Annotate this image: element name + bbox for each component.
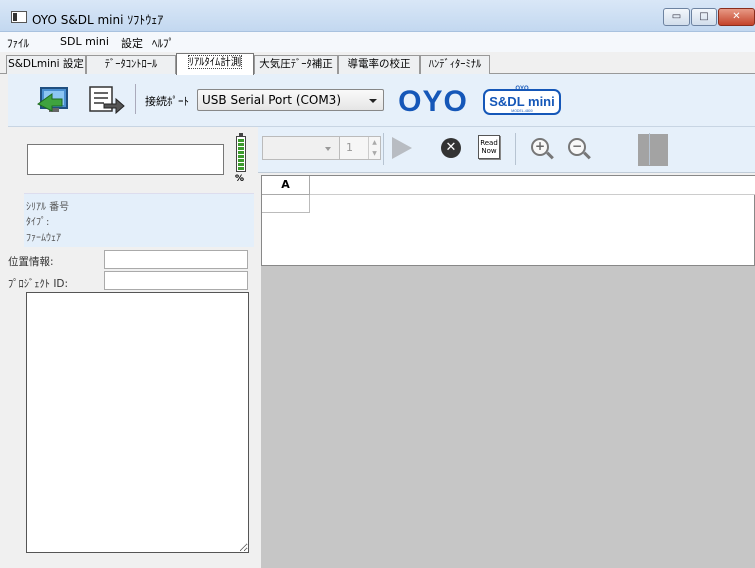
maximize-button[interactable]: □ [691,8,717,26]
sdl-logo-text: S&DL mini [489,94,555,109]
battery-icon [236,133,246,172]
stop-icon[interactable]: ✕ [441,138,461,158]
channel-select[interactable] [262,136,341,160]
tab-realtime-measurement[interactable]: ﾘｱﾙﾀｲﾑ計測 [176,53,254,75]
graph-area [261,266,755,568]
minimize-button[interactable]: ▭ [663,8,690,26]
chevron-down-icon [325,147,331,151]
project-id-label: ﾌﾟﾛｼﾞｪｸﾄ ID: [8,278,69,290]
tab-label: ﾃﾞｰﾀｺﾝﾄﾛｰﾙ [104,58,158,70]
status-display [27,144,224,175]
header-row [310,176,755,195]
play-icon[interactable] [392,137,412,159]
read-now-button[interactable]: Read Now [478,135,500,159]
battery-cell [238,147,244,150]
tab-data-control[interactable]: ﾃﾞｰﾀｺﾝﾄﾛｰﾙ [86,55,176,74]
tab-label: 大気圧ﾃﾞｰﾀ補正 [259,58,333,70]
app-icon [11,11,27,23]
toolbar-separator [649,133,650,165]
tab-label: 導電率の校正 [347,58,411,70]
close-button[interactable]: ✕ [718,8,755,26]
sdl-logo-oyo-text: OYO [515,86,529,92]
location-input[interactable] [104,250,248,269]
battery-cell [238,167,244,170]
export-document-icon[interactable] [86,84,126,114]
oyo-logo: OYO [398,87,468,115]
battery-cell [238,143,244,146]
tab-conductivity-calibration[interactable]: 導電率の校正 [338,55,420,74]
battery-cell [238,159,244,162]
column-header-a[interactable]: A [262,176,310,195]
toolbar-separator [515,133,516,165]
tab-handy-terminal[interactable]: ﾊﾝﾃﾞｨﾀｰﾐﾅﾙ [420,55,490,74]
oyo-logo-text: OYO [398,87,468,115]
battery-percent-label: % [235,174,245,184]
menu-settings[interactable]: 設定 [121,35,143,51]
tab-label: ﾘｱﾙﾀｲﾑ計測 [187,55,243,69]
tab-label: S&DLmini 設定 [8,58,84,70]
battery-cell [238,155,244,158]
color-swatch[interactable] [638,134,668,166]
toolbar-separator [383,133,384,165]
menu-bar: ﾌｧｲﾙ SDL mini 設定 ﾍﾙﾌﾟ [0,32,755,52]
tab-pressure-correction[interactable]: 大気圧ﾃﾞｰﾀ補正 [254,55,338,74]
sdl-mini-logo: OYO S&DL mini MODEL-4800 [483,86,561,115]
type-label: ﾀｲﾌﾟ: [26,217,50,228]
data-grid[interactable]: A [261,175,755,266]
tab-sdlmini-settings[interactable]: S&DLmini 設定 [6,55,86,74]
firmware-label: ﾌｧｰﾑｳｪｱ [26,233,61,244]
port-value: USB Serial Port (COM3) [202,93,341,107]
interval-stepper[interactable]: 1 ▲ ▼ [339,136,381,160]
device-info: ｼﾘｱﾙ 番号 ﾀｲﾌﾟ: ﾌｧｰﾑｳｪｱ [24,193,254,247]
stepper-down-icon[interactable]: ▼ [368,148,380,159]
battery-cell [238,163,244,166]
menu-file[interactable]: ﾌｧｲﾙ [7,35,29,51]
location-label: 位置情報: [8,256,54,268]
monitor-download-icon[interactable] [36,86,72,114]
toolbar-separator [135,84,136,114]
interval-value: 1 [346,141,353,154]
battery-cell [238,139,244,142]
grid-cell[interactable] [262,195,310,213]
device-panel: % ｼﾘｱﾙ 番号 ﾀｲﾌﾟ: ﾌｧｰﾑｳｪｱ 位置情報: ﾌﾟﾛｼﾞｪｸﾄ I… [8,127,258,568]
stepper-up-icon[interactable]: ▲ [368,137,380,148]
menu-help[interactable]: ﾍﾙﾌﾟ [152,35,174,51]
read-now-label: Read [480,139,498,147]
menu-sdl-mini[interactable]: SDL mini [60,35,109,48]
memo-textarea[interactable] [26,292,249,553]
sdl-logo-model: MODEL-4800 [511,109,532,113]
zoom-out-icon[interactable]: − [568,138,586,156]
title-bar: OYO S&DL mini ｿﾌﾄｳｪｱ ▭ □ ✕ [0,0,755,32]
tab-strip: S&DLmini 設定 ﾃﾞｰﾀｺﾝﾄﾛｰﾙ ﾘｱﾙﾀｲﾑ計測 大気圧ﾃﾞｰﾀ補… [0,52,755,75]
read-now-label: Now [481,147,497,155]
tab-label: ﾊﾝﾃﾞｨﾀｰﾐﾅﾙ [428,58,482,70]
zoom-in-icon[interactable]: + [531,138,549,156]
project-id-input[interactable] [104,271,248,290]
serial-number-label: ｼﾘｱﾙ 番号 [26,202,70,213]
port-select[interactable]: USB Serial Port (COM3) [197,89,384,111]
realtime-panel: 1 ▲ ▼ ✕ Read Now + − A [258,127,755,568]
chevron-down-icon [369,99,377,103]
main-toolbar: 接続ﾎﾟｰﾄ USB Serial Port (COM3) OYO OYO S&… [8,74,755,127]
window-title: OYO S&DL mini ｿﾌﾄｳｪｱ [32,13,164,27]
port-label: 接続ﾎﾟｰﾄ [145,95,189,108]
realtime-toolbar: 1 ▲ ▼ ✕ Read Now + − [258,127,755,173]
battery-cell [238,151,244,154]
